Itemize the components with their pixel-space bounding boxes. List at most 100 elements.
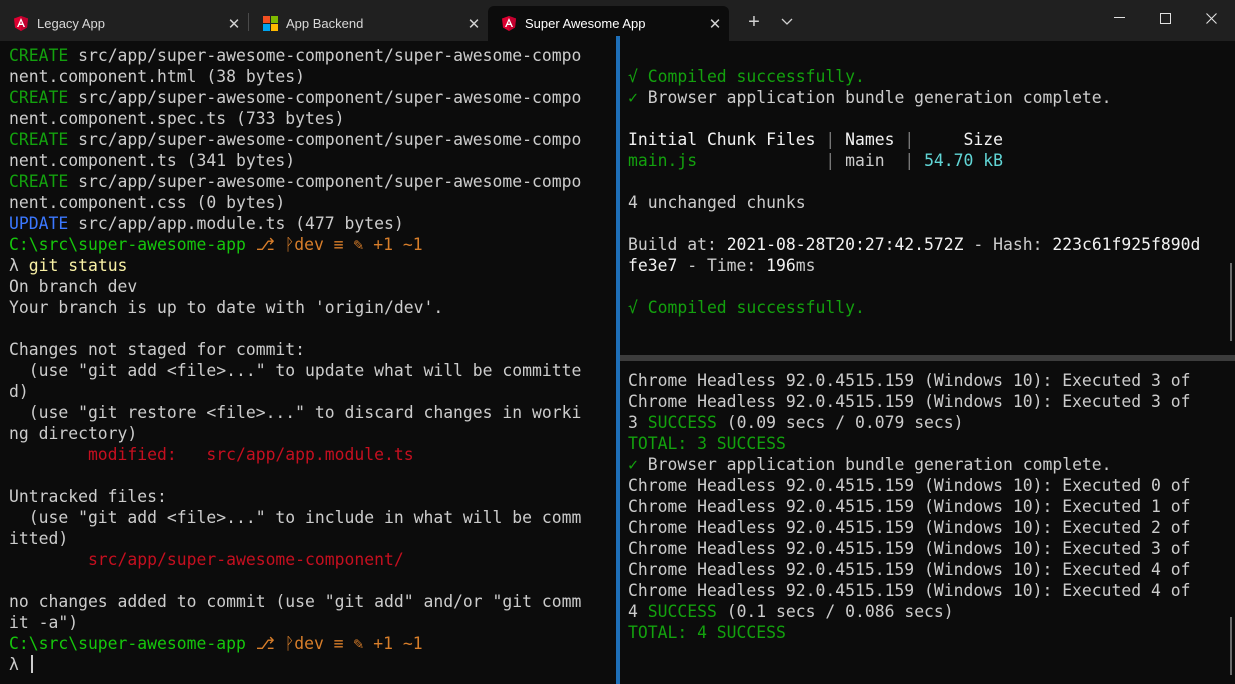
angular-icon [501,16,517,32]
git-file-entry: modified: src/app/app.module.ts [9,445,414,464]
line-text: it -a") [9,613,79,632]
success-text: SUCCESS [647,602,717,621]
terminal-line: nent.component.css (0 bytes) [9,192,581,213]
git-status: ⎇ ᚹdev ≡ ✎ +1 ~1 [245,235,423,254]
terminal-line: C:\src\super-awesome-app ⎇ ᚹdev ≡ ✎ +1 ~… [9,234,581,255]
line-text: no changes added to commit (use "git add… [9,592,582,611]
terminal-line: Untracked files: [9,486,581,507]
file-action-tag: CREATE [9,172,69,191]
terminal-pane-left[interactable]: CREATE src/app/super-awesome-component/s… [0,41,616,684]
tab-app-backend[interactable]: App Backend ✕ [249,6,488,41]
line-text: (0.1 secs / 0.086 secs) [716,602,954,621]
tab-strip: Legacy App ✕ App Backend ✕ Super Awesome… [0,0,1235,41]
terminal-line: Chrome Headless 92.0.4515.159 (Windows 1… [628,370,1190,391]
terminal-line: Chrome Headless 92.0.4515.159 (Windows 1… [628,580,1190,601]
scrollbar[interactable] [1230,617,1232,675]
line-text: Chrome Headless 92.0.4515.159 (Windows 1… [628,518,1191,537]
terminal-line: Initial Chunk Files | Names | Size [628,129,1200,150]
table-cell: main [845,151,895,170]
tab-legacy-app[interactable]: Legacy App ✕ [0,6,248,41]
prompt-lambda: λ [9,256,29,275]
tab-close-button[interactable]: ✕ [460,10,488,38]
terminal-line: fe3e7 - Time: 196ms [628,255,1200,276]
terminal-pane-bottom-right[interactable]: Chrome Headless 92.0.4515.159 (Windows 1… [620,361,1235,684]
terminal-line: Chrome Headless 92.0.4515.159 (Windows 1… [628,517,1190,538]
line-text: 4 unchanged chunks [628,193,806,212]
terminal-line: CREATE src/app/super-awesome-component/s… [9,171,581,192]
table-header-cell: Names [845,130,895,149]
file-action-tag: CREATE [9,88,69,107]
file-action-tag: CREATE [9,130,69,149]
line-text: nent.component.ts (341 bytes) [9,151,296,170]
maximize-icon[interactable] [1142,0,1188,36]
line-text: (use "git add <file>..." to update what … [9,361,582,380]
line-text: - Hash: [963,235,1053,254]
build-hash: fe3e7 [628,256,678,275]
terminal-line: Chrome Headless 92.0.4515.159 (Windows 1… [628,559,1190,580]
terminal-line: √ Compiled successfully. [628,297,1200,318]
angular-icon [13,16,29,32]
line-text: (use "git add <file>..." to include in w… [9,508,582,527]
line-text: src/app/super-awesome-component/super-aw… [68,46,582,65]
terminal-line: no changes added to commit (use "git add… [9,591,581,612]
check-icon: ✓ [628,455,638,474]
terminal-line: On branch dev [9,276,581,297]
terminal-line: C:\src\super-awesome-app ⎇ ᚹdev ≡ ✎ +1 ~… [9,633,581,654]
line-text: Chrome Headless 92.0.4515.159 (Windows 1… [628,581,1191,600]
terminal-line: nent.component.ts (341 bytes) [9,150,581,171]
new-tab-button[interactable]: + [740,9,768,35]
line-text: Chrome Headless 92.0.4515.159 (Windows 1… [628,392,1191,411]
line-text: nent.component.css (0 bytes) [9,193,286,212]
terminal-line: main.js | main | 54.70 kB [628,150,1200,171]
line-text: src/app/super-awesome-component/super-aw… [68,88,582,107]
line-text: Browser application bundle generation co… [637,455,1112,474]
success-text: TOTAL: 4 SUCCESS [628,623,786,642]
text-cursor [30,655,33,673]
terminal-line: itted) [9,528,581,549]
tab-close-button[interactable]: ✕ [220,10,248,38]
table-header-cell: Size [924,130,1004,149]
terminal-line: λ [9,654,581,675]
tab-label: Legacy App [37,16,105,31]
terminal-pane-top-right[interactable]: √ Compiled successfully. ✓ Browser applic… [620,41,1235,355]
table-separator: | [894,151,925,170]
line-text: src/app/super-awesome-component/super-aw… [68,172,582,191]
terminal-line: 4 SUCCESS (0.1 secs / 0.086 secs) [628,601,1190,622]
git-file-entry: src/app/super-awesome-component/ [9,550,404,569]
line-text: src/app/super-awesome-component/super-aw… [68,130,582,149]
line-text: Untracked files: [9,487,167,506]
line-text: - Time: [677,256,767,275]
build-date: 2021-08-28T20:27:42.572Z [726,235,964,254]
scrollbar[interactable] [1230,263,1232,341]
terminal-line: Chrome Headless 92.0.4515.159 (Windows 1… [628,496,1190,517]
terminal-line: ng directory) [9,423,581,444]
prompt-path: C:\src\super-awesome-app [9,634,246,653]
terminal-line: λ git status [9,255,581,276]
windows-icon [262,16,278,32]
tab-label: App Backend [286,16,364,31]
line-text: Chrome Headless 92.0.4515.159 (Windows 1… [628,539,1191,558]
terminal-line: Changes not staged for commit: [9,339,581,360]
success-text: SUCCESS [647,413,717,432]
terminal-line: ✓ Browser application bundle generation … [628,87,1200,108]
success-text: √ Compiled successfully. [628,298,865,317]
line-text: Changes not staged for commit: [9,340,306,359]
terminal-line: Chrome Headless 92.0.4515.159 (Windows 1… [628,475,1190,496]
tab-close-button[interactable]: ✕ [701,10,729,38]
table-separator: | [894,130,925,149]
tab-super-awesome-app[interactable]: Super Awesome App ✕ [488,6,729,41]
line-text: Chrome Headless 92.0.4515.159 (Windows 1… [628,476,1191,495]
chevron-down-icon[interactable] [774,9,800,35]
git-status: ⎇ ᚹdev ≡ ✎ +1 ~1 [245,634,423,653]
success-text: TOTAL: 3 SUCCESS [628,434,786,453]
terminal-line: Build at: 2021-08-28T20:27:42.572Z - Has… [628,234,1200,255]
build-hash: 223c61f925f890d [1052,235,1201,254]
terminal-line: TOTAL: 4 SUCCESS [628,622,1190,643]
close-icon[interactable] [1188,0,1234,36]
terminal-line: TOTAL: 3 SUCCESS [628,433,1190,454]
minimize-icon[interactable] [1096,0,1142,36]
terminal-line: (use "git add <file>..." to update what … [9,360,582,381]
